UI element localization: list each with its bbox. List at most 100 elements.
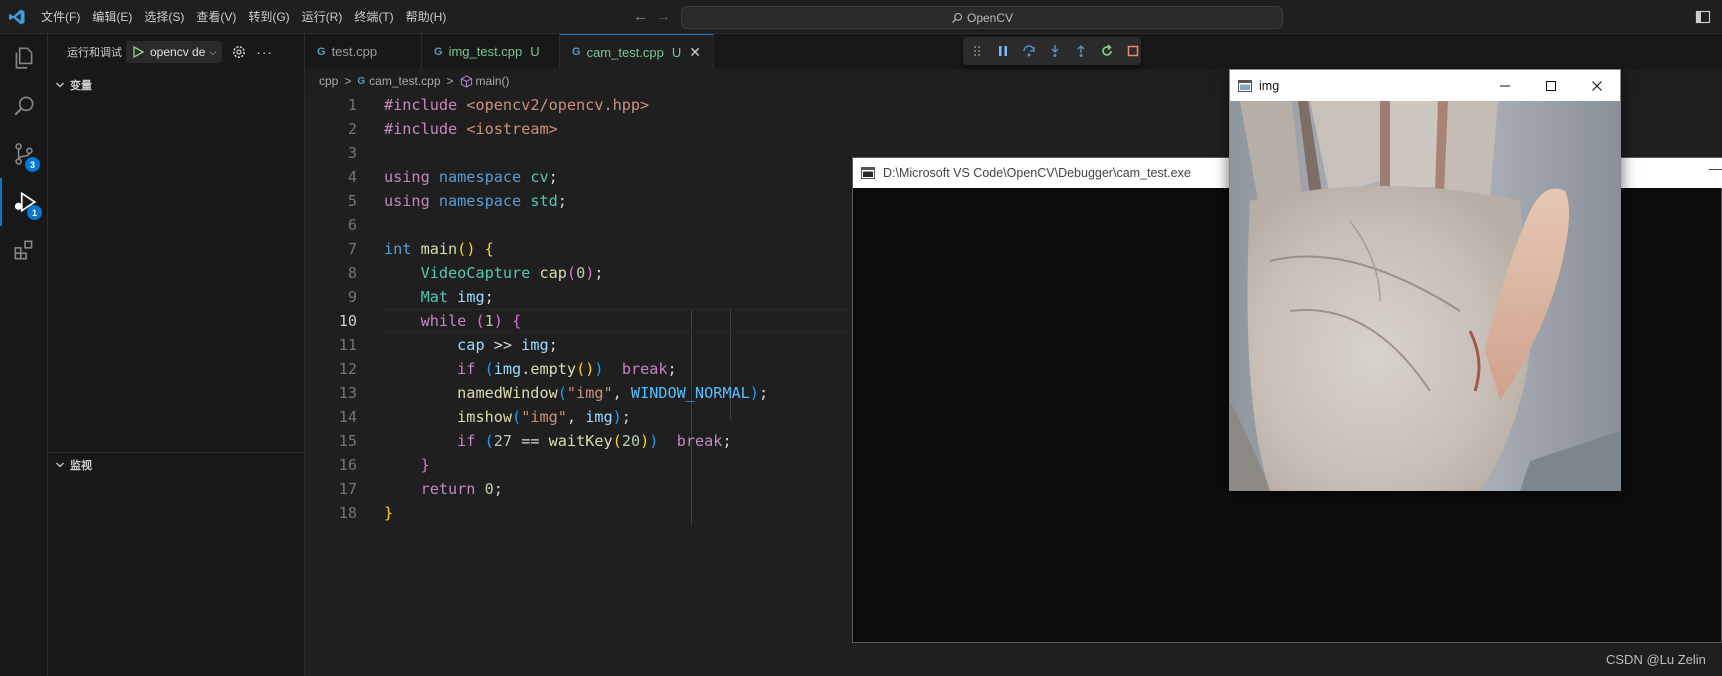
watch-section-header[interactable]: 监视	[48, 454, 305, 476]
camera-frame-image	[1230, 101, 1620, 491]
debug-config-name: opencv de	[150, 45, 206, 59]
run-debug-sidebar: 运行和调试 opencv de ⌵ ··· 变量 监视	[48, 34, 305, 676]
cpp-file-icon: G	[434, 45, 443, 58]
tab-label: test.cpp	[331, 44, 378, 59]
chevron-right-icon: >	[344, 74, 352, 88]
close-icon	[1592, 80, 1602, 91]
watch-label: 监视	[70, 460, 92, 472]
breadcrumb-symbol[interactable]: main()	[476, 74, 510, 88]
untracked-badge: U	[530, 44, 540, 59]
debug-config-select[interactable]: opencv de ⌵	[126, 41, 223, 63]
step-into-icon[interactable]	[1047, 43, 1064, 60]
menu-terminal[interactable]: 终端(T)	[348, 0, 399, 34]
minimize-button[interactable]	[1482, 70, 1528, 101]
code-text: #include <opencv2/opencv.hpp>	[384, 96, 650, 114]
back-arrow-icon[interactable]: ←	[633, 8, 648, 25]
step-over-icon[interactable]	[1021, 43, 1038, 60]
source-control-activity[interactable]: 3	[0, 130, 48, 178]
code-text: using namespace std;	[384, 192, 567, 210]
tab-label: cam_test.cpp	[586, 44, 664, 60]
step-out-icon[interactable]	[1072, 43, 1089, 60]
menu-help[interactable]: 帮助(H)	[400, 0, 453, 34]
menu-bar: 文件(F) 编辑(E) 选择(S) 查看(V) 转到(G) 运行(R) 终端(T…	[35, 0, 452, 34]
code-text: VideoCapture cap(0);	[420, 264, 604, 282]
run-debug-activity[interactable]: 1	[0, 178, 48, 226]
code-text: namedWindow("img", WINDOW_NORMAL);	[457, 384, 769, 402]
close-button[interactable]	[1574, 70, 1620, 101]
menu-run[interactable]: 运行(R)	[296, 0, 349, 34]
tab-img-test-cpp[interactable]: G img_test.cpp U	[422, 34, 560, 69]
line-number: 2	[347, 120, 357, 138]
variables-section-header[interactable]: 变量	[48, 74, 305, 96]
line-number: 13	[338, 384, 357, 402]
extensions-activity[interactable]	[0, 226, 48, 274]
drag-handle-icon[interactable]	[969, 43, 986, 60]
line-number: 14	[338, 408, 357, 426]
breadcrumb-file[interactable]: cam_test.cpp	[369, 74, 440, 88]
tab-cam-test-cpp[interactable]: G cam_test.cpp U ✕	[560, 34, 714, 69]
command-center-label: OpenCV	[966, 10, 1014, 25]
code-text: return 0;	[420, 480, 503, 498]
maximize-button[interactable]	[1528, 70, 1574, 101]
files-icon	[15, 47, 33, 69]
command-center-search[interactable]: OpenCV	[681, 6, 1283, 29]
line-number: 6	[347, 216, 357, 234]
minimize-icon[interactable]: —	[1709, 160, 1722, 176]
line-number: 7	[347, 240, 357, 258]
section-divider	[48, 452, 305, 453]
menu-edit[interactable]: 编辑(E)	[86, 0, 138, 34]
run-debug-header: 运行和调试 opencv de ⌵ ···	[48, 34, 305, 70]
extensions-icon	[14, 240, 33, 260]
menu-file[interactable]: 文件(F)	[35, 0, 86, 34]
line-number: 17	[338, 480, 357, 498]
gear-icon[interactable]	[231, 44, 247, 60]
menu-view[interactable]: 查看(V)	[190, 0, 242, 34]
menu-selection[interactable]: 选择(S)	[138, 0, 190, 34]
cpp-file-icon: G	[572, 46, 581, 58]
line-number: 10	[338, 312, 357, 330]
restart-icon[interactable]	[1098, 43, 1115, 60]
toggle-sidebar-icon[interactable]	[1695, 9, 1711, 25]
breadcrumb: cpp > G cam_test.cpp > main()	[305, 69, 510, 93]
code-text: Mat img;	[420, 288, 494, 306]
cpp-file-icon: G	[317, 45, 326, 58]
img-title-bar[interactable]: img	[1230, 70, 1620, 101]
search-activity[interactable]	[0, 82, 48, 130]
vscode-logo-icon	[9, 9, 25, 25]
history-navigation: ← →	[633, 8, 671, 25]
pause-icon[interactable]	[995, 43, 1012, 60]
forward-arrow-icon[interactable]: →	[656, 8, 671, 25]
stop-icon[interactable]	[1124, 43, 1141, 60]
debug-badge: 1	[27, 205, 42, 220]
run-debug-title: 运行和调试	[67, 47, 122, 59]
debug-toolbar	[963, 37, 1141, 65]
tab-test-cpp[interactable]: G test.cpp	[305, 34, 422, 69]
line-number: 12	[338, 360, 357, 378]
start-debug-icon[interactable]	[132, 46, 144, 58]
line-number: 15	[338, 432, 357, 450]
breadcrumb-folder[interactable]: cpp	[319, 74, 338, 88]
menu-go[interactable]: 转到(G)	[242, 0, 295, 34]
chevron-down-icon: ⌵	[209, 46, 217, 57]
close-icon[interactable]: ✕	[689, 44, 701, 61]
search-icon	[952, 12, 963, 23]
code-text: }	[420, 456, 430, 474]
img-window[interactable]: img	[1229, 69, 1621, 491]
untracked-badge: U	[671, 44, 682, 60]
search-icon	[14, 96, 34, 116]
code-text: int main() {	[384, 240, 494, 258]
method-cube-icon	[460, 74, 472, 88]
line-number: 16	[338, 456, 357, 474]
cpp-file-icon: G	[357, 75, 366, 87]
code-text: }	[384, 504, 394, 522]
minimize-icon	[1500, 85, 1510, 86]
line-number: 9	[347, 288, 357, 306]
console-title: D:\Microsoft VS Code\OpenCV\Debugger\cam…	[883, 166, 1191, 180]
line-number: 3	[347, 144, 357, 162]
more-actions-icon[interactable]: ···	[256, 44, 273, 60]
code-text: while (1) {	[420, 312, 522, 330]
code-text: cap >> img;	[457, 336, 558, 354]
code-text: if (img.empty()) break;	[457, 360, 677, 378]
explorer-activity[interactable]	[0, 34, 48, 82]
title-bar: 文件(F) 编辑(E) 选择(S) 查看(V) 转到(G) 运行(R) 终端(T…	[0, 0, 1722, 34]
